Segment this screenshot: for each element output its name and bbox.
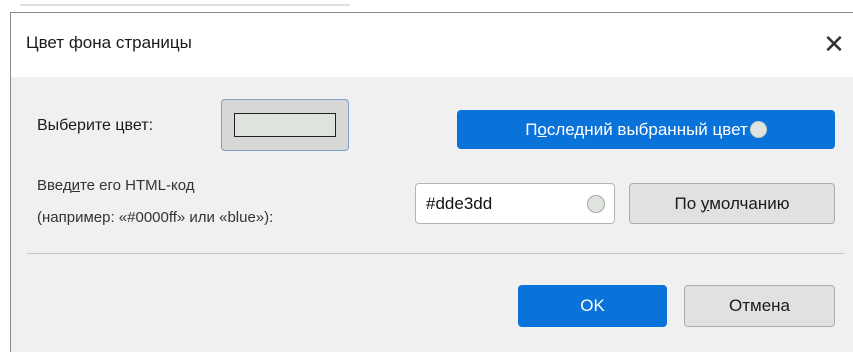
html-code-label: Введите его HTML-код <box>37 177 195 194</box>
cancel-button[interactable]: Отмена <box>684 285 835 327</box>
html-code-input[interactable]: #dde3dd <box>415 183 615 224</box>
last-color-button[interactable]: Последний выбранный цвет <box>457 110 835 149</box>
color-picker-button[interactable] <box>221 99 349 151</box>
close-icon: ✕ <box>823 28 845 59</box>
page-color-dialog: Цвет фона страницы ✕ Выберите цвет: Посл… <box>10 12 853 352</box>
color-preview-icon <box>587 195 605 213</box>
default-button-label: По умолчанию <box>674 193 790 213</box>
color-dot-icon <box>749 121 767 138</box>
html-code-value: #dde3dd <box>426 194 493 213</box>
last-color-label: Последний выбранный цвет <box>525 119 748 139</box>
ok-button[interactable]: OK <box>518 285 667 327</box>
current-color-swatch <box>234 113 336 137</box>
close-button[interactable]: ✕ <box>815 25 853 63</box>
background-text-fragment <box>20 0 350 6</box>
html-code-example: (например: «#0000ff» или «blue»): <box>37 209 274 226</box>
page: Цвет фона страницы ✕ Выберите цвет: Посл… <box>0 0 853 352</box>
choose-color-label: Выберите цвет: <box>37 117 154 134</box>
title-bar: Цвет фона страницы ✕ <box>11 13 853 77</box>
divider <box>27 253 844 254</box>
default-button[interactable]: По умолчанию <box>629 183 835 224</box>
dialog-title: Цвет фона страницы <box>26 33 192 52</box>
